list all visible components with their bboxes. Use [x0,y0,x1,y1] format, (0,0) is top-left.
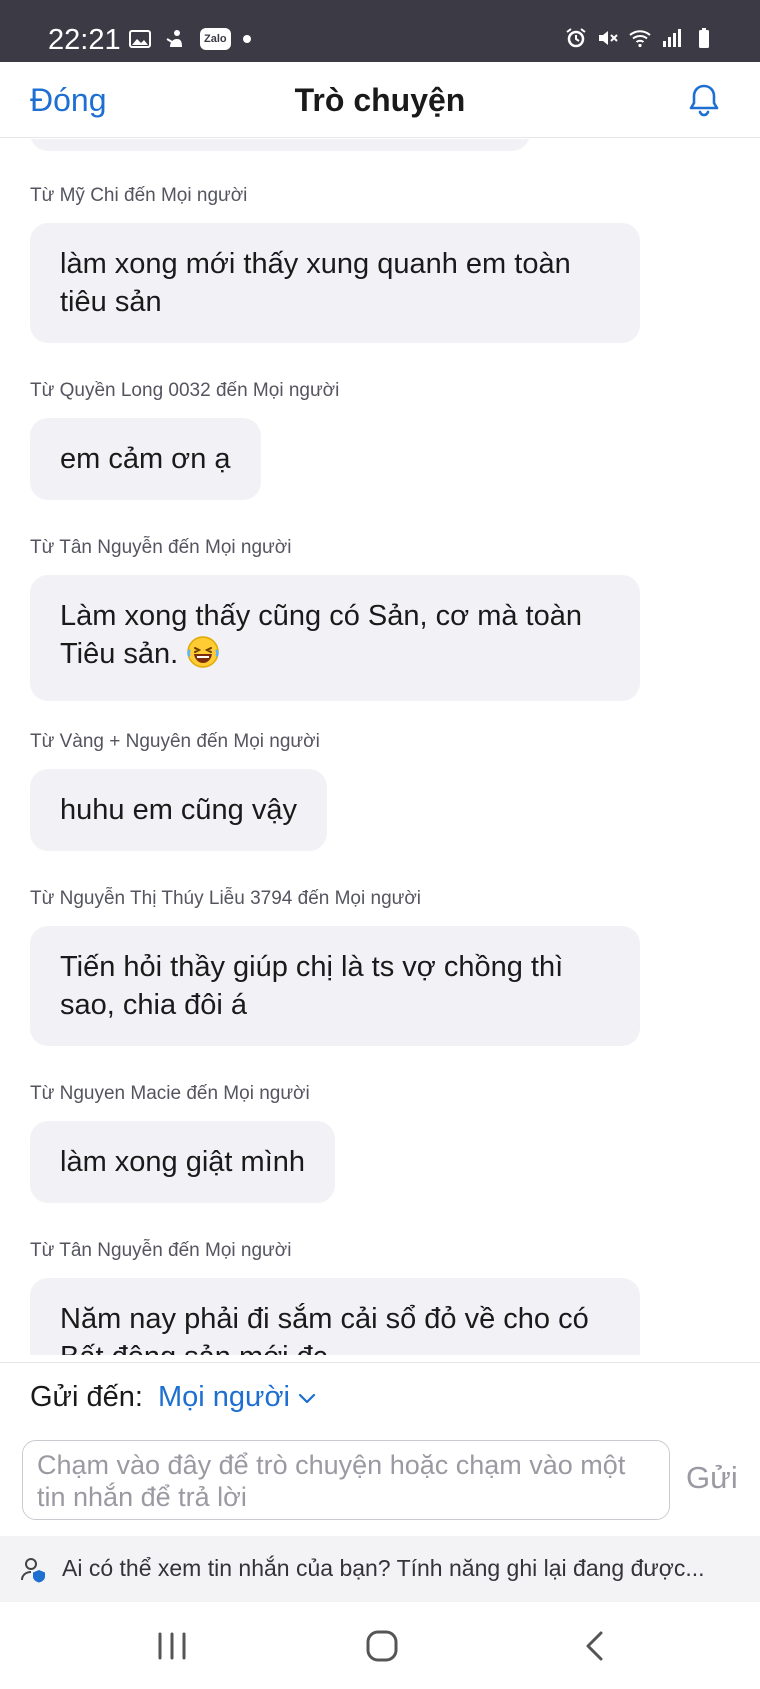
message-bubble[interactable]: Làm xong thấy cũng có Sản, cơ mà toàn Ti… [30,575,640,701]
composer-row: Gửi [0,1432,760,1536]
message-input[interactable] [22,1440,670,1520]
alarm-icon [566,28,586,48]
laughing-emoji-icon [186,635,220,679]
privacy-notice-text: Ai có thể xem tin nhắn của bạn? Tính năn… [62,1555,705,1581]
message-sender: Từ Tân Nguyễn đến Mọi người [30,1240,292,1261]
recipient-value: Mọi người [158,1381,290,1413]
notification-icon [166,30,182,47]
image-icon [129,30,151,48]
message-bubble[interactable]: làm xong mới thấy xung quanh em toàn tiê… [30,223,640,343]
send-to-label: Gửi đến: [30,1381,143,1413]
wifi-icon [629,30,651,48]
zalo-icon: Zalo [200,28,231,50]
message-sender: Từ Quyền Long 0032 đến Mọi người [30,380,340,401]
chat-header: Đóng Trò chuyện [0,62,760,138]
battery-icon [699,28,709,48]
message-sender: Từ Mỹ Chi đến Mọi người [30,185,248,206]
status-right-icons [564,26,716,50]
status-bar: 22:21 Zalo [0,0,760,62]
message-sender: Từ Tân Nguyễn đến Mọi người [30,537,292,558]
back-icon[interactable] [574,1626,618,1666]
chat-message: Từ Mỹ Chi đến Mọi người làm xong mới thấ… [30,185,640,343]
close-button[interactable]: Đóng [30,82,107,119]
chat-message: Từ Nguyễn Thị Thúy Liễu 3794 đến Mọi ngư… [30,888,640,1046]
message-text: Làm xong thấy cũng có Sản, cơ mà toàn Ti… [60,600,582,670]
message-bubble[interactable]: em cảm ơn ạ [30,418,261,500]
system-nav-bar [0,1602,760,1689]
status-left-icons: Zalo [128,27,251,51]
chat-message-list[interactable]: Từ Mỹ Chi đến Mọi người làm xong mới thấ… [0,139,760,1355]
signal-icon [663,29,681,47]
send-button[interactable]: Gửi [686,1460,738,1496]
message-bubble[interactable]: huhu em cũng vậy [30,769,327,851]
message-sender: Từ Nguyen Macie đến Mọi người [30,1083,310,1104]
message-bubble-partial[interactable] [30,139,530,151]
message-bubble[interactable]: Năm nay phải đi sắm cải sổ đỏ về cho có … [30,1278,640,1355]
privacy-notice[interactable]: Ai có thể xem tin nhắn của bạn? Tính năn… [0,1536,760,1602]
send-to-row: Gửi đến: Mọi người [0,1362,760,1432]
chat-message: Từ Tân Nguyễn đến Mọi người Làm xong thấ… [30,537,640,701]
home-icon[interactable] [360,1626,404,1666]
chevron-down-icon [298,1393,316,1403]
message-bubble[interactable]: làm xong giật mình [30,1121,336,1203]
message-bubble[interactable]: Tiến hỏi thầy giúp chị là ts vợ chồng th… [30,926,640,1046]
message-sender: Từ Nguyễn Thị Thúy Liễu 3794 đến Mọi ngư… [30,888,422,909]
chat-message: Từ Nguyen Macie đến Mọi người làm xong g… [30,1083,336,1203]
bell-icon[interactable] [684,80,724,120]
chat-message: Từ Vàng + Nguyên đến Mọi người huhu em c… [30,731,327,851]
privacy-user-icon [21,1558,45,1583]
message-sender: Từ Vàng + Nguyên đến Mọi người [30,731,320,752]
mute-icon [599,31,618,45]
chat-message: Từ Quyền Long 0032 đến Mọi người em cảm … [30,380,339,500]
recent-apps-icon[interactable] [150,1626,194,1666]
recipient-dropdown[interactable]: Mọi người [158,1381,318,1414]
status-time: 22:21 [48,24,121,56]
dot-icon [242,35,251,43]
chat-message: Từ Tân Nguyễn đến Mọi người Năm nay phải… [30,1240,640,1355]
page-title: Trò chuyện [294,82,466,118]
